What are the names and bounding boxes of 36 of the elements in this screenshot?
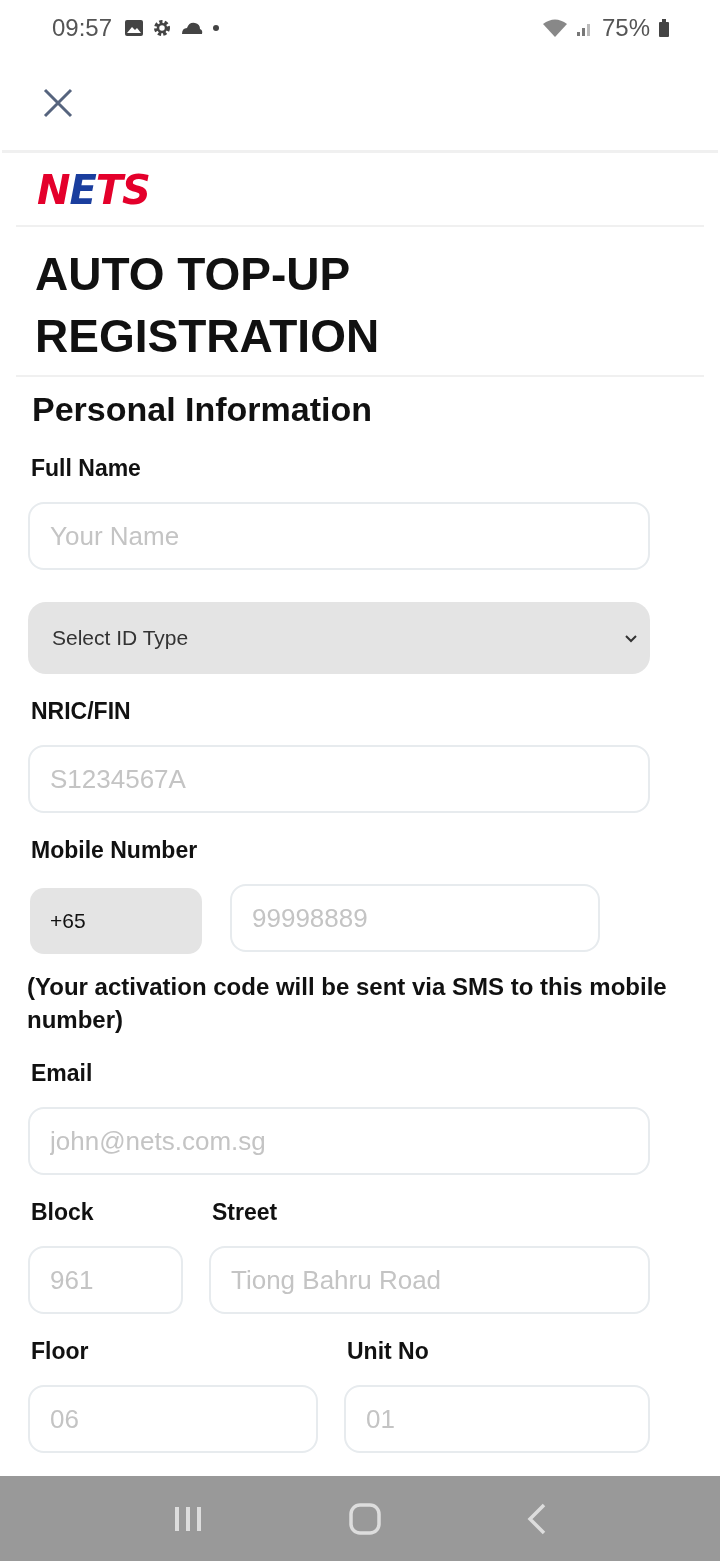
field-label: Street (211, 1199, 279, 1227)
cloud-icon (180, 20, 205, 35)
battery-level: 75% (601, 13, 650, 42)
field-label: Block (30, 1199, 95, 1227)
gear-icon (152, 17, 173, 38)
home-icon[interactable] (349, 1502, 381, 1535)
back-icon[interactable] (527, 1502, 547, 1535)
battery-icon (658, 17, 670, 38)
phone-input-field[interactable]: 99998889 (230, 884, 600, 952)
field-label: Full Name (30, 455, 142, 483)
wifi-icon (541, 17, 568, 38)
input-field[interactable]: 01 (344, 1385, 650, 1453)
field-label: Email (30, 1060, 94, 1088)
nets-logo: NETS (36, 166, 150, 215)
input-field[interactable]: S1234567A (28, 745, 650, 813)
field-label: NRIC/FIN (30, 698, 132, 726)
sms-note: (Your activation code will be sent via SMS to this mobile number) (27, 972, 667, 1035)
country-code-field[interactable]: +65 (30, 888, 202, 954)
close-button[interactable] (42, 86, 74, 119)
page-title: AUTO TOP-UP REGISTRATION (34, 247, 381, 364)
input-field[interactable]: 06 (28, 1385, 318, 1453)
close-icon (42, 86, 74, 119)
input-field[interactable]: 961 (28, 1246, 183, 1314)
input-field[interactable]: Tiong Bahru Road (209, 1246, 650, 1314)
gallery-icon (124, 18, 145, 37)
status-time: 09:57 (52, 13, 113, 42)
field-label: Mobile Number (30, 837, 199, 865)
field-label: Unit No (346, 1338, 430, 1366)
input-field[interactable]: john@nets.com.sg (28, 1107, 650, 1175)
section-heading: Personal Information (31, 389, 374, 430)
field-label: Floor (30, 1338, 90, 1366)
chevron-down-icon (624, 633, 638, 643)
id-type-dropdown[interactable]: Select ID Type (28, 602, 650, 674)
dot-icon (212, 23, 221, 32)
recent-apps-icon[interactable] (173, 1504, 203, 1533)
input-field[interactable]: Your Name (28, 502, 650, 570)
